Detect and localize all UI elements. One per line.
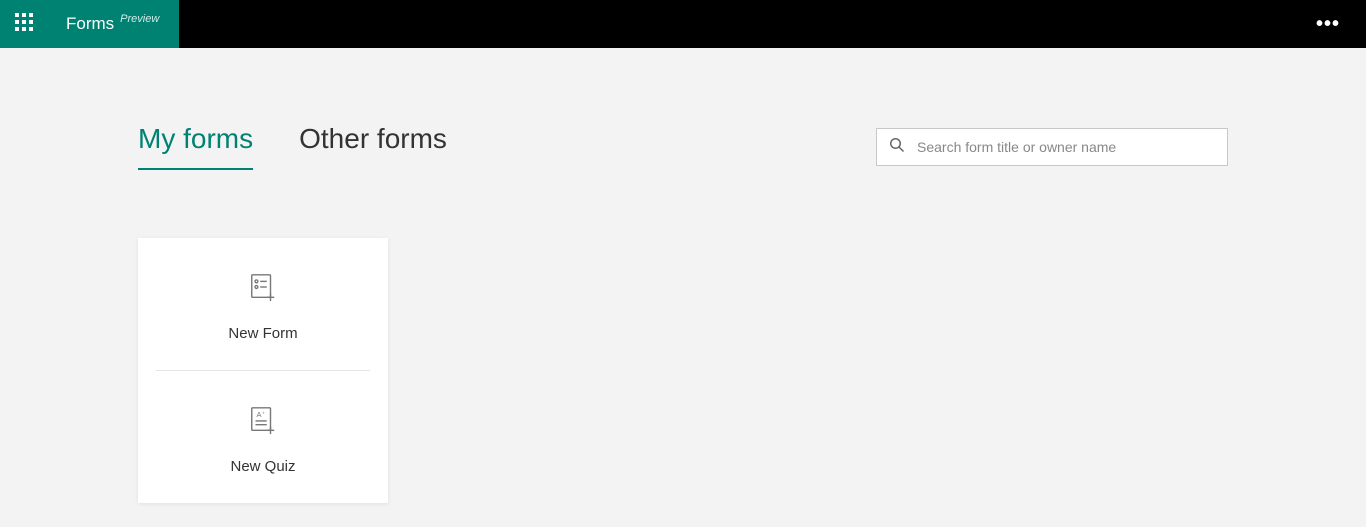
new-form-button[interactable]: New Form — [138, 238, 388, 370]
more-options-button[interactable]: ••• — [1308, 0, 1348, 48]
app-header: Forms Preview ••• — [0, 0, 1366, 48]
preview-badge: Preview — [120, 13, 159, 25]
svg-text:+: + — [262, 410, 265, 415]
app-brand[interactable]: Forms Preview — [48, 0, 179, 48]
new-card: New Form A + New Quiz — [138, 238, 388, 503]
search-input[interactable] — [917, 139, 1215, 155]
tab-other-forms[interactable]: Other forms — [299, 124, 447, 170]
main-content: My forms Other forms — [0, 48, 1366, 503]
waffle-icon — [15, 13, 33, 36]
app-name: Forms — [66, 14, 114, 34]
ellipsis-icon: ••• — [1316, 13, 1340, 36]
form-icon — [248, 272, 278, 307]
svg-text:A: A — [256, 410, 261, 419]
search-icon — [889, 137, 905, 158]
app-launcher-button[interactable] — [0, 0, 48, 48]
tab-list: My forms Other forms — [138, 124, 447, 170]
new-quiz-label: New Quiz — [230, 458, 295, 475]
search-box[interactable] — [876, 128, 1228, 166]
top-row: My forms Other forms — [138, 124, 1228, 170]
tab-my-forms[interactable]: My forms — [138, 124, 253, 170]
quiz-icon: A + — [248, 405, 278, 440]
new-quiz-button[interactable]: A + New Quiz — [138, 371, 388, 503]
card-area: New Form A + New Quiz — [138, 238, 1228, 503]
new-form-label: New Form — [228, 325, 297, 342]
